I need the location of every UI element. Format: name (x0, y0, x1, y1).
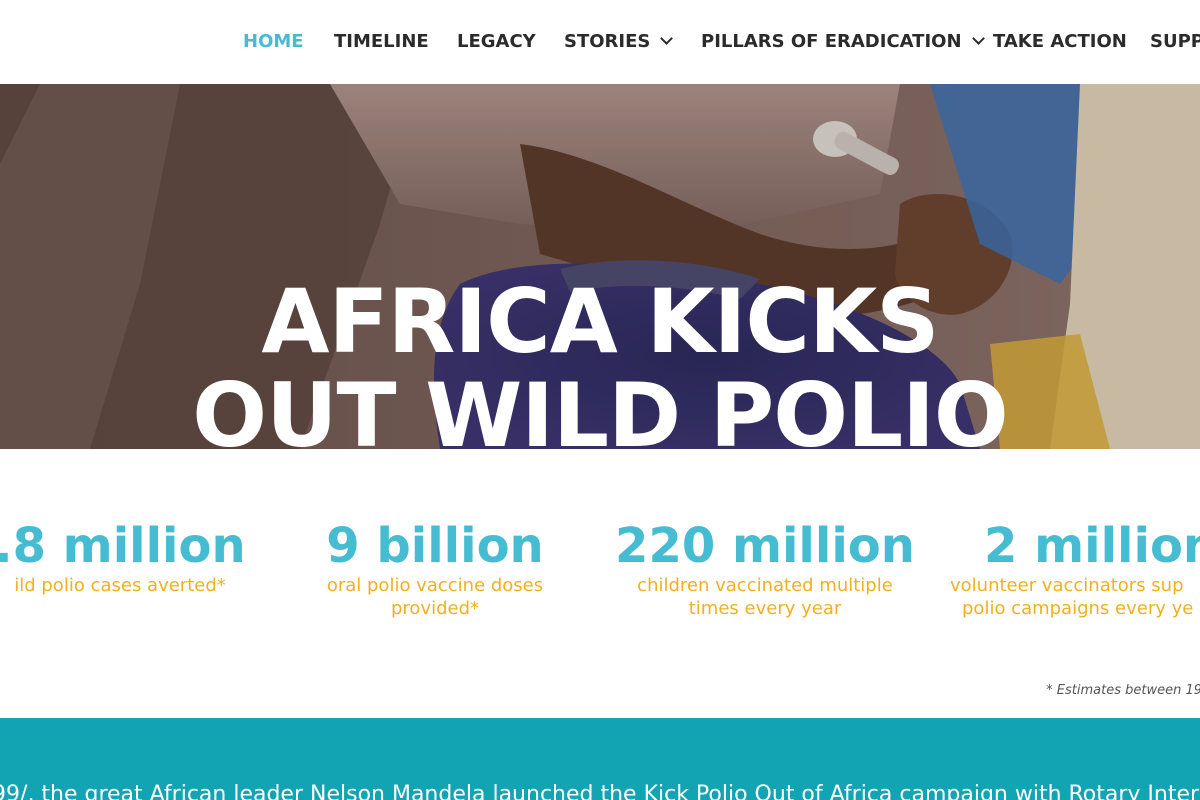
stat-value: 9 billion (326, 518, 544, 574)
nav-stories[interactable]: STORIES (564, 30, 674, 54)
hero-banner: AFRICA KICKS OUT WILD POLIO (0, 84, 1200, 449)
stat-children-vaccinated: 220 million children vaccinated multiple… (600, 518, 930, 620)
stat-description: oral polio vaccine doses (326, 575, 544, 596)
stat-description: polio campaigns every ye (962, 598, 1194, 619)
nav-pillars-of-eradication[interactable]: PILLARS OF ERADICATION (701, 30, 985, 54)
estimates-footnote: * Estimates between 19 (1046, 683, 1200, 698)
intro-text: 99/, the great African leader Nelson Man… (0, 782, 1200, 800)
main-navigation: HOME TIMELINE LEGACY STORIES PILLARS OF … (0, 0, 1200, 84)
stat-volunteer-vaccinators: 2 million volunteer vaccinators sup poli… (940, 518, 1200, 620)
stat-cases-averted: .8 million ild polio cases averted* (0, 518, 285, 597)
stat-value: .8 million (0, 518, 246, 574)
nav-home[interactable]: HOME (243, 30, 304, 54)
stat-description: times every year (688, 598, 842, 619)
nav-support[interactable]: SUPPO (1150, 30, 1200, 54)
hero-title-line-2: OUT WILD POLIO (192, 364, 1008, 450)
nav-stories-label: STORIES (564, 31, 651, 52)
chevron-down-icon (660, 32, 674, 45)
chevron-down-icon (971, 32, 985, 45)
hero-title-line-1: AFRICA KICKS (261, 270, 939, 373)
stat-description: ild polio cases averted* (14, 575, 226, 596)
stat-vaccine-doses: 9 billion oral polio vaccine doses provi… (270, 518, 600, 620)
nav-take-action[interactable]: TAKE ACTION (993, 30, 1127, 54)
nav-legacy[interactable]: LEGACY (457, 30, 536, 54)
nav-pillars-label: PILLARS OF ERADICATION (701, 31, 962, 52)
stat-description: provided* (390, 598, 480, 619)
stat-description: volunteer vaccinators sup (950, 575, 1184, 596)
nav-timeline[interactable]: TIMELINE (334, 30, 429, 54)
intro-band: 99/, the great African leader Nelson Man… (0, 718, 1200, 800)
stat-value: 2 million (984, 518, 1200, 574)
stat-description: children vaccinated multiple (637, 575, 893, 596)
stat-value: 220 million (615, 518, 915, 574)
